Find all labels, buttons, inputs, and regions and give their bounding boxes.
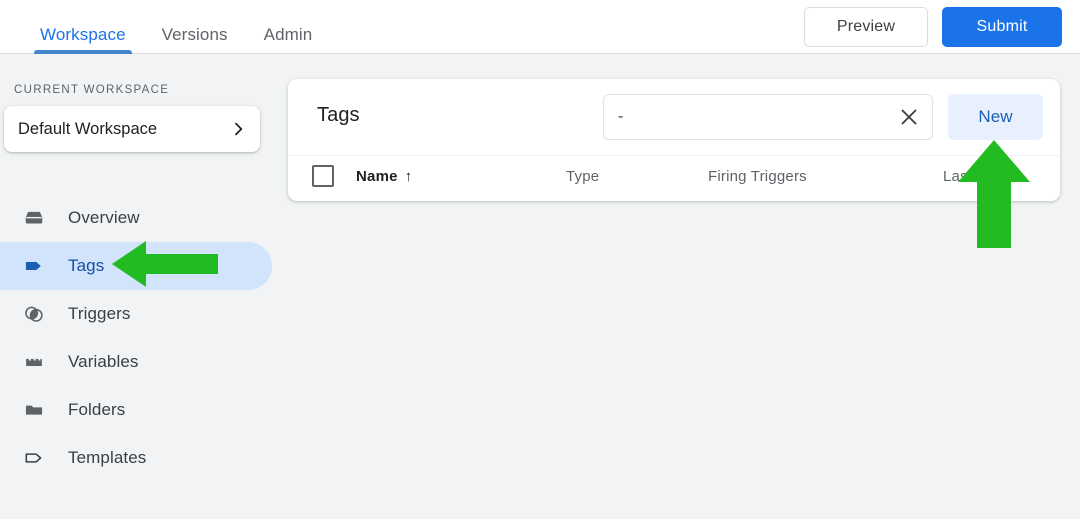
sidebar-item-label: Folders bbox=[68, 400, 126, 419]
top-header: Workspace Versions Admin Preview Submit bbox=[0, 0, 1080, 54]
column-header-name-label: Name bbox=[356, 168, 398, 185]
sidebar-item-label: Tags bbox=[68, 256, 105, 275]
overlapping-circles-icon bbox=[22, 302, 46, 326]
workspace-name: Default Workspace bbox=[18, 119, 158, 138]
sidebar-item-label: Overview bbox=[68, 208, 140, 227]
column-header-type[interactable]: Type bbox=[566, 168, 599, 185]
arrow-up-icon: ↑ bbox=[404, 168, 413, 185]
inbox-icon bbox=[22, 206, 46, 230]
column-header-firing-triggers[interactable]: Firing Triggers bbox=[708, 168, 807, 185]
tag-filled-icon bbox=[22, 254, 46, 278]
sidebar: CURRENT WORKSPACE Default Workspace Over… bbox=[0, 54, 272, 519]
current-workspace-label: CURRENT WORKSPACE bbox=[14, 84, 170, 96]
select-all-checkbox[interactable] bbox=[312, 165, 334, 187]
sidebar-item-label: Triggers bbox=[68, 304, 131, 323]
header-actions: Preview Submit bbox=[804, 7, 1062, 47]
sidebar-item-overview[interactable]: Overview bbox=[0, 194, 272, 242]
sidebar-item-triggers[interactable]: Triggers bbox=[0, 290, 272, 338]
close-icon[interactable] bbox=[892, 100, 926, 134]
new-tag-button[interactable]: New bbox=[948, 94, 1043, 140]
search-field[interactable] bbox=[603, 94, 933, 140]
column-header-last-edited[interactable]: Last Edited bbox=[943, 168, 1020, 185]
search-input[interactable] bbox=[604, 95, 892, 139]
folder-icon bbox=[22, 398, 46, 422]
page-title: Tags bbox=[317, 104, 360, 126]
sidebar-nav: Overview Tags Triggers Variables Folders… bbox=[0, 194, 272, 482]
sidebar-item-templates[interactable]: Templates bbox=[0, 434, 272, 482]
sidebar-item-variables[interactable]: Variables bbox=[0, 338, 272, 386]
blocks-icon bbox=[22, 350, 46, 374]
submit-button[interactable]: Submit bbox=[942, 7, 1062, 47]
table-header-row: Name ↑ Type Firing Triggers Last Edited bbox=[288, 155, 1060, 201]
tag-outline-icon bbox=[22, 446, 46, 470]
preview-button[interactable]: Preview bbox=[804, 7, 928, 47]
tags-card: Tags New Name ↑ bbox=[288, 79, 1060, 201]
workspace-selector[interactable]: Default Workspace bbox=[4, 106, 260, 152]
main-content: Tags New Name ↑ bbox=[272, 54, 1080, 519]
header-tabs: Workspace Versions Admin bbox=[22, 0, 330, 54]
tab-versions[interactable]: Versions bbox=[144, 0, 246, 54]
tab-admin[interactable]: Admin bbox=[246, 0, 331, 54]
gtm-workspace-screen: Workspace Versions Admin Preview Submit … bbox=[0, 0, 1080, 519]
column-header-name[interactable]: Name ↑ bbox=[356, 168, 412, 185]
card-toolbar: Tags New bbox=[288, 79, 1060, 155]
chevron-right-icon bbox=[230, 121, 246, 137]
sidebar-item-folders[interactable]: Folders bbox=[0, 386, 272, 434]
sidebar-item-tags[interactable]: Tags bbox=[0, 242, 272, 290]
tab-workspace[interactable]: Workspace bbox=[22, 0, 144, 54]
sidebar-item-label: Variables bbox=[68, 352, 139, 371]
sidebar-item-label: Templates bbox=[68, 448, 147, 467]
